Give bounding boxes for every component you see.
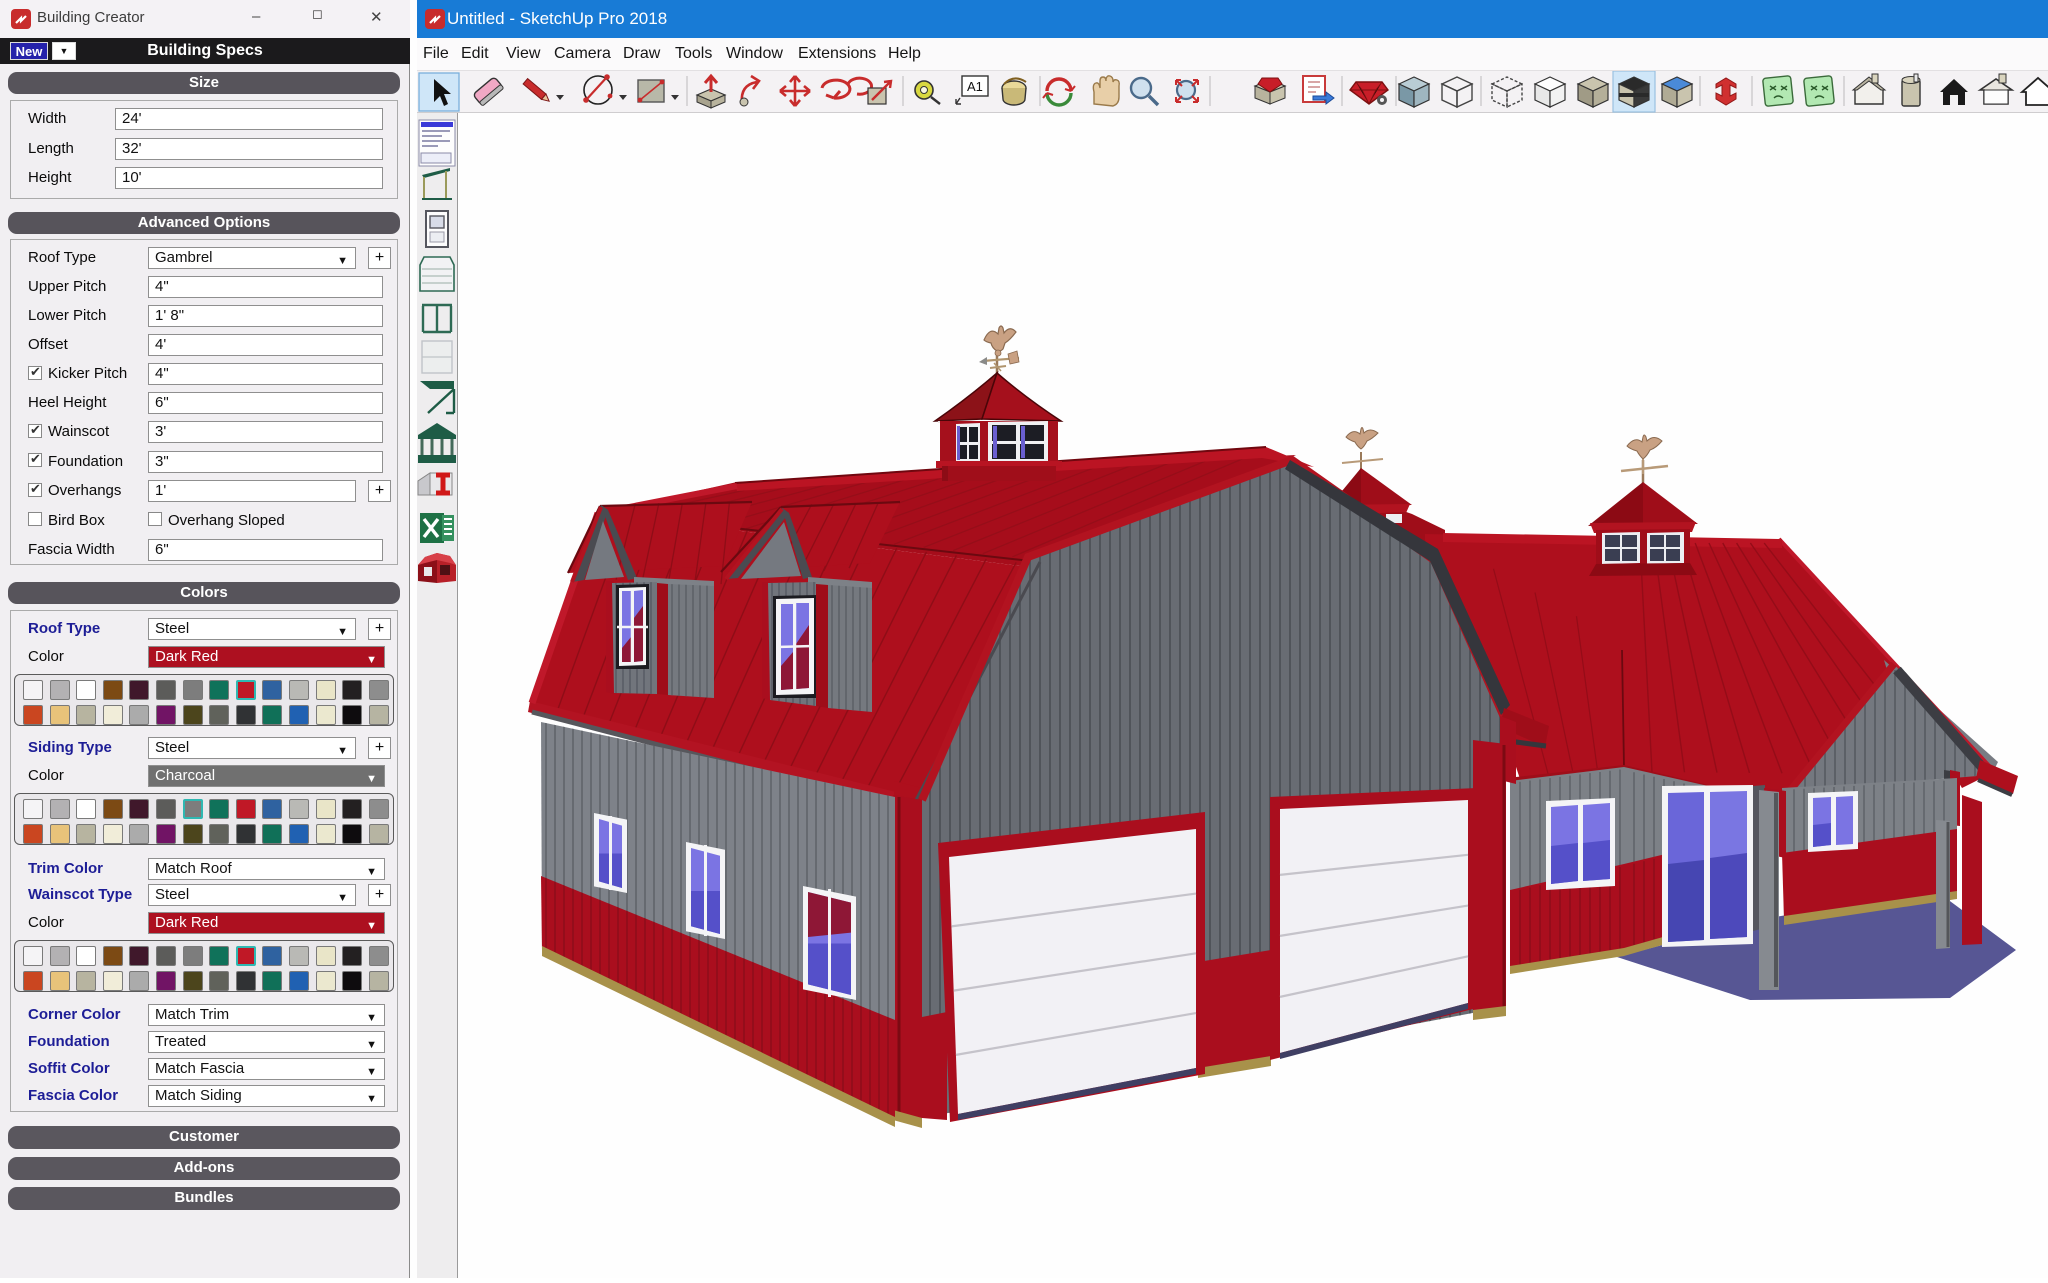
svg-text:A1: A1	[967, 79, 983, 94]
